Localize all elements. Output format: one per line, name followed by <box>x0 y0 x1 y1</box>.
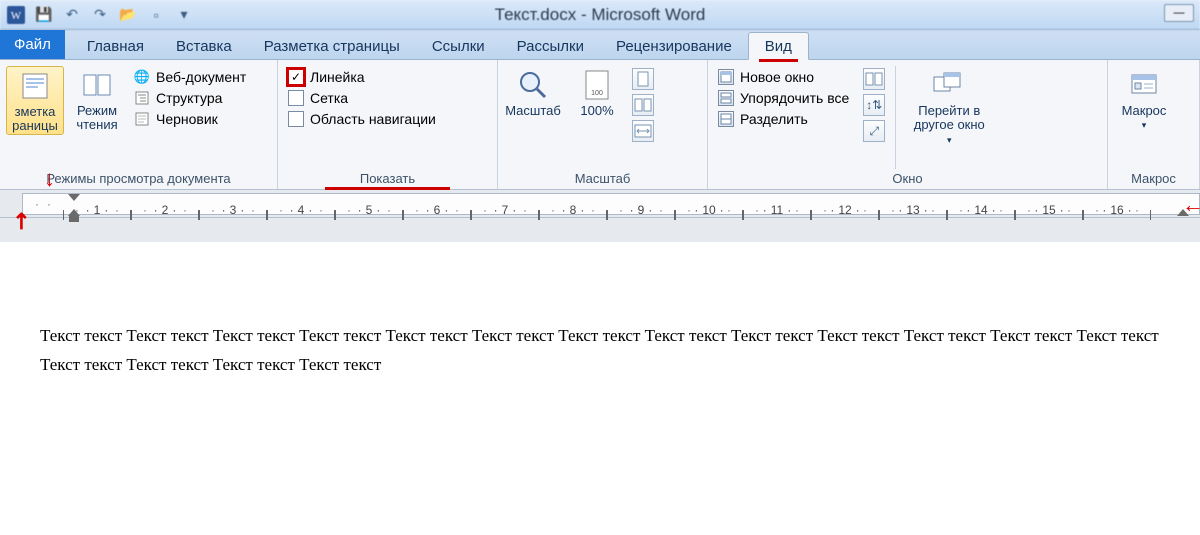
document-canvas[interactable]: Текст текст Текст текст Текст текст Текс… <box>0 242 1200 400</box>
body-text: Текст текст Текст текст Текст текст Текс… <box>40 326 1159 374</box>
tab-file[interactable]: Файл <box>0 30 65 59</box>
tab-review[interactable]: Рецензирование <box>600 33 748 59</box>
group-macros-label: Макрос <box>1114 169 1193 189</box>
tab-home[interactable]: Главная <box>71 33 160 59</box>
new-icon[interactable]: ▫ <box>146 5 166 25</box>
tab-page-layout[interactable]: Разметка страницы <box>248 33 416 59</box>
web-layout-icon: 🌐 <box>134 69 150 85</box>
svg-text:W: W <box>11 10 22 22</box>
arrange-all-label: Упорядочить все <box>740 90 849 106</box>
window-controls: — <box>1164 4 1194 22</box>
zoom-button[interactable]: Масштаб <box>504 66 562 118</box>
horizontal-ruler[interactable]: · 1 ·· 2 ·· 3 ·· 4 ·· 5 ·· 6 ·· 7 ·· 8 ·… <box>22 193 1200 215</box>
group-window: Новое окно Упорядочить все Разделить <box>708 60 1108 189</box>
arrange-all-icon <box>718 90 734 106</box>
navigation-pane-checkbox[interactable]: Область навигации <box>284 110 440 128</box>
checkbox-checked-icon: ✓ <box>288 69 304 85</box>
redo-icon[interactable]: ↷ <box>90 5 110 25</box>
tab-mailings[interactable]: Рассылки <box>501 33 600 59</box>
chevron-down-icon: ▾ <box>1142 120 1147 131</box>
ribbon: зметка раницы Режим чтения 🌐 Веб-докумен… <box>0 60 1200 190</box>
minimize-button[interactable]: — <box>1164 4 1194 22</box>
qat-more-icon[interactable]: ▾ <box>174 5 194 25</box>
group-window-label: Окно <box>714 169 1101 189</box>
save-icon[interactable]: 💾 <box>34 5 54 25</box>
outline-label: Структура <box>156 90 222 106</box>
reading-mode-icon <box>80 68 114 102</box>
zoom-extra <box>632 66 654 142</box>
checkbox-icon <box>288 111 304 127</box>
tab-highlight <box>759 59 798 62</box>
ruler-area: ↓ ↗ ← · 1 ·· 2 ·· 3 ·· 4 ·· 5 ·· 6 ·· 7 … <box>0 190 1200 218</box>
draft-label: Черновик <box>156 111 218 127</box>
title-bar: W 💾 ↶ ↷ 📂 ▫ ▾ Текст.docx - Microsoft Wor… <box>0 0 1200 30</box>
web-layout-label: Веб-документ <box>156 69 246 85</box>
macros-button[interactable]: Макрос ▾ <box>1114 66 1174 131</box>
new-window-label: Новое окно <box>740 69 814 85</box>
split-label: Разделить <box>740 111 808 127</box>
ribbon-tabs: Файл Главная Вставка Разметка страницы С… <box>0 30 1200 60</box>
navigation-pane-label: Область навигации <box>310 111 436 127</box>
chevron-down-icon: ▾ <box>947 135 952 146</box>
word-icon: W <box>6 5 26 25</box>
zoom-100-button[interactable]: 100 100% <box>568 66 626 118</box>
group-show-label: Показать <box>284 169 491 189</box>
print-layout-icon <box>18 69 52 103</box>
ruler-checkbox[interactable]: ✓ Линейка <box>284 68 440 86</box>
document-margin-top <box>0 218 1200 242</box>
split-icon <box>718 111 734 127</box>
open-icon[interactable]: 📂 <box>118 5 138 25</box>
undo-icon[interactable]: ↶ <box>62 5 82 25</box>
separator <box>895 66 896 169</box>
switch-windows-button[interactable]: Перейти в другое окно ▾ <box>906 66 992 146</box>
draft-button[interactable]: Черновик <box>130 110 250 128</box>
outline-button[interactable]: Структура <box>130 89 250 107</box>
ruler-label: Линейка <box>310 69 365 85</box>
new-window-icon <box>718 69 734 85</box>
macros-label: Макрос <box>1122 104 1167 118</box>
one-page-button[interactable] <box>632 68 654 90</box>
new-window-button[interactable]: Новое окно <box>714 68 853 86</box>
window-extra: ↕⇅ ⤢ <box>857 66 885 142</box>
tab-view-label: Вид <box>765 38 792 55</box>
print-layout-button[interactable]: зметка раницы <box>6 66 64 135</box>
view-side-by-side-button[interactable] <box>863 68 885 90</box>
group-show: ✓ Линейка Сетка Область навигации Показа… <box>278 60 498 189</box>
gridlines-label: Сетка <box>310 90 348 106</box>
macros-icon <box>1127 68 1161 102</box>
annotation-arrow-left-icon: ← <box>1182 192 1200 218</box>
reset-position-button[interactable]: ⤢ <box>863 120 885 142</box>
print-layout-label: зметка раницы <box>12 105 58 134</box>
switch-windows-label: Перейти в другое окно <box>914 104 985 133</box>
annotation-arrow-down-icon: ↓ <box>44 166 55 192</box>
arrange-all-button[interactable]: Упорядочить все <box>714 89 853 107</box>
tab-insert[interactable]: Вставка <box>160 33 248 59</box>
group-zoom-label: Масштаб <box>504 169 701 189</box>
switch-windows-icon <box>932 68 966 102</box>
reading-mode-button[interactable]: Режим чтения <box>68 66 126 133</box>
page-width-button[interactable] <box>632 120 654 142</box>
split-button[interactable]: Разделить <box>714 110 853 128</box>
zoom-label: Масштаб <box>505 104 561 118</box>
draft-icon <box>134 111 150 127</box>
quick-access-toolbar: W 💾 ↶ ↷ 📂 ▫ ▾ <box>0 5 200 25</box>
zoom-100-label: 100% <box>580 104 613 118</box>
checkbox-icon <box>288 90 304 106</box>
outline-icon <box>134 90 150 106</box>
page-100-icon: 100 <box>580 68 614 102</box>
magnifier-icon <box>516 68 550 102</box>
tab-references[interactable]: Ссылки <box>416 33 501 59</box>
reading-mode-label: Режим чтения <box>76 104 117 133</box>
group-zoom: Масштаб 100 100% Масштаб <box>498 60 708 189</box>
group-macros: Макрос ▾ Макрос <box>1108 60 1200 189</box>
web-layout-button[interactable]: 🌐 Веб-документ <box>130 68 250 86</box>
two-pages-button[interactable] <box>632 94 654 116</box>
group-document-views: зметка раницы Режим чтения 🌐 Веб-докумен… <box>0 60 278 189</box>
gridlines-checkbox[interactable]: Сетка <box>284 89 440 107</box>
sync-scrolling-button[interactable]: ↕⇅ <box>863 94 885 116</box>
tab-view[interactable]: Вид <box>748 32 809 60</box>
svg-text:100: 100 <box>591 90 603 97</box>
